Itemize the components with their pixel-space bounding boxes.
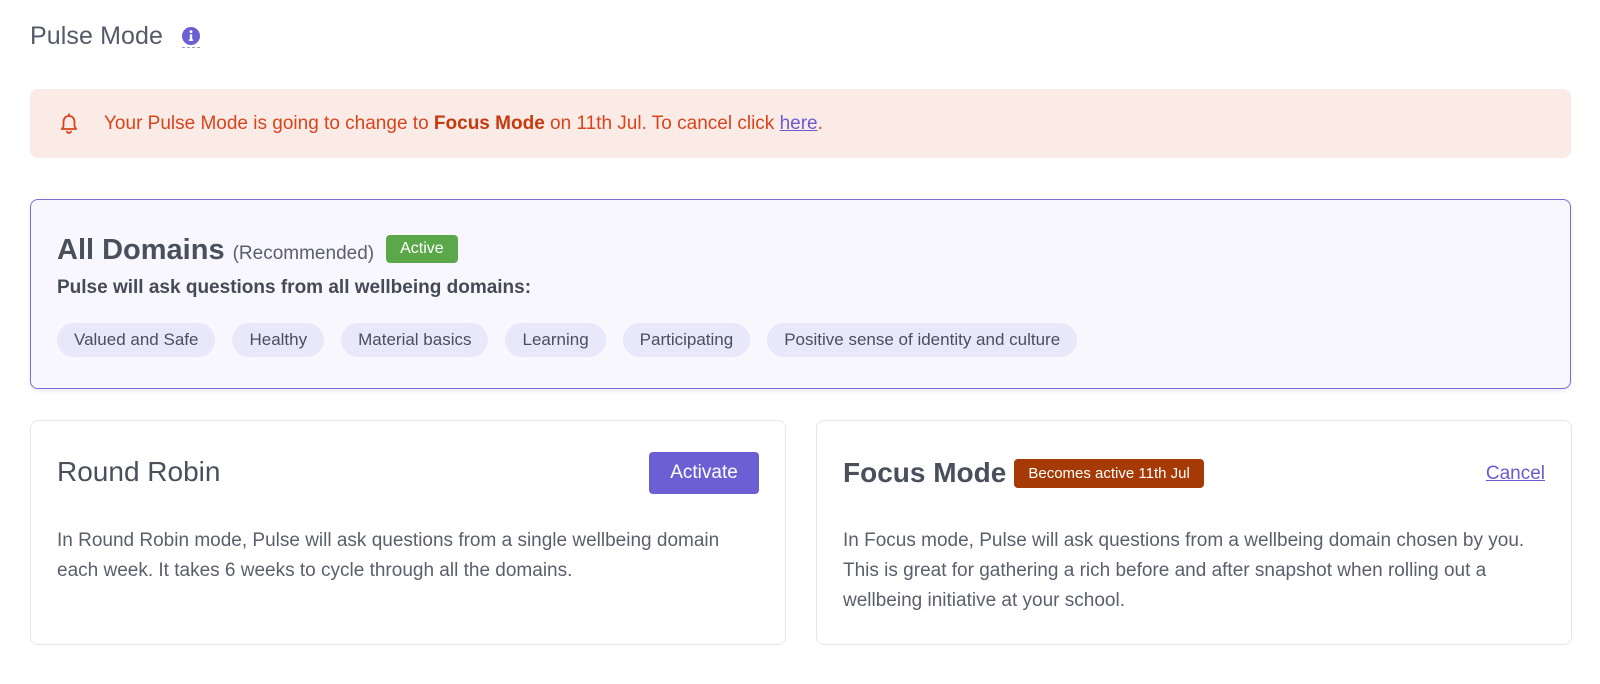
domain-chip-identity-and-culture: Positive sense of identity and culture xyxy=(767,323,1078,357)
mode-change-alert: Your Pulse Mode is going to change to Fo… xyxy=(30,89,1571,158)
active-status-badge: Active xyxy=(386,234,458,263)
domain-chip-learning: Learning xyxy=(505,323,606,357)
page-title: Pulse Mode xyxy=(30,22,164,50)
alert-cancel-link[interactable]: here xyxy=(780,113,818,134)
alert-message: Your Pulse Mode is going to change to Fo… xyxy=(104,113,823,135)
domain-chip-material-basics: Material basics xyxy=(341,323,489,357)
alert-mode-name: Focus Mode xyxy=(433,112,545,134)
round-robin-title: Round Robin xyxy=(57,456,221,487)
all-domains-card: All Domains (Recommended) Active Pulse w… xyxy=(30,199,1571,389)
domain-chip-participating: Participating xyxy=(622,323,751,357)
domain-chip-valued-and-safe: Valued and Safe xyxy=(57,323,216,357)
focus-mode-card: Focus Mode Becomes active 11th Jul Cance… xyxy=(816,420,1572,645)
recommended-label: (Recommended) xyxy=(232,243,375,264)
info-icon[interactable] xyxy=(181,26,201,48)
focus-mode-description: In Focus mode, Pulse will ask questions … xyxy=(843,530,1525,611)
domain-chip-list: Valued and Safe Healthy Material basics … xyxy=(57,323,1094,357)
alert-text-after: . xyxy=(817,112,823,134)
focus-mode-title-row: Focus Mode Becomes active 11th Jul xyxy=(843,457,1204,489)
round-robin-card: Round Robin Activate In Round Robin mode… xyxy=(30,420,786,645)
bell-icon xyxy=(58,112,80,135)
alert-text-before: Your Pulse Mode is going to change to xyxy=(104,112,434,134)
all-domains-description: Pulse will ask questions from all wellbe… xyxy=(57,277,532,298)
domain-chip-healthy: Healthy xyxy=(232,323,325,357)
all-domains-title-row: All Domains (Recommended) Active xyxy=(57,234,458,267)
alert-text-middle: on 11th Jul. To cancel click xyxy=(544,112,780,134)
cancel-link[interactable]: Cancel xyxy=(1486,463,1545,485)
pending-status-badge: Becomes active 11th Jul xyxy=(1014,458,1204,488)
page-header: Pulse Mode xyxy=(30,22,201,51)
all-domains-title: All Domains xyxy=(57,234,225,266)
round-robin-description: In Round Robin mode, Pulse will ask ques… xyxy=(57,530,720,581)
focus-mode-title: Focus Mode xyxy=(843,457,1007,488)
activate-button[interactable]: Activate xyxy=(649,452,759,494)
